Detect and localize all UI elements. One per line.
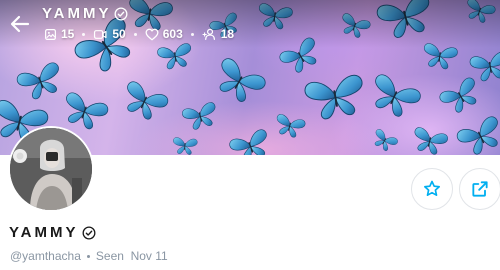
stat-subscribers: 18 — [202, 27, 234, 41]
heart-icon — [145, 28, 159, 40]
profile-meta: @yamthacha Seen Nov 11 — [10, 249, 168, 263]
profile-display-name: YAMMY — [9, 224, 96, 241]
user-icon — [202, 28, 215, 40]
username: @yamthacha — [10, 249, 81, 263]
likes-count: 603 — [162, 27, 183, 41]
stat-posts[interactable]: 15 — [44, 27, 74, 41]
star-icon — [424, 180, 440, 196]
separator-dot — [86, 254, 90, 258]
display-name-text: YAMMY — [9, 224, 79, 241]
video-icon — [94, 29, 107, 39]
back-button[interactable] — [8, 12, 32, 36]
separator-dot — [133, 32, 137, 36]
stat-likes: 603 — [145, 27, 183, 41]
favorite-button[interactable] — [411, 168, 453, 210]
subscribers-count: 18 — [220, 27, 235, 41]
image-icon — [45, 28, 56, 40]
profile-stats: 15 50 603 18 — [44, 27, 234, 41]
last-seen: Seen Nov 11 — [95, 249, 168, 263]
verified-badge-icon — [82, 226, 96, 239]
share-button[interactable] — [459, 168, 500, 210]
avatar-image — [10, 128, 92, 210]
header-display-name: YAMMY — [42, 5, 128, 22]
share-icon — [472, 181, 488, 197]
arrow-left-icon — [10, 15, 30, 33]
stat-videos[interactable]: 50 — [93, 27, 126, 41]
separator-dot — [82, 32, 86, 36]
separator-dot — [190, 32, 194, 36]
videos-count: 50 — [112, 27, 126, 41]
posts-count: 15 — [61, 27, 75, 41]
verified-badge-icon — [114, 7, 128, 20]
avatar[interactable] — [8, 126, 94, 212]
avatar-photo — [10, 128, 92, 210]
header-name-text: YAMMY — [42, 5, 112, 22]
